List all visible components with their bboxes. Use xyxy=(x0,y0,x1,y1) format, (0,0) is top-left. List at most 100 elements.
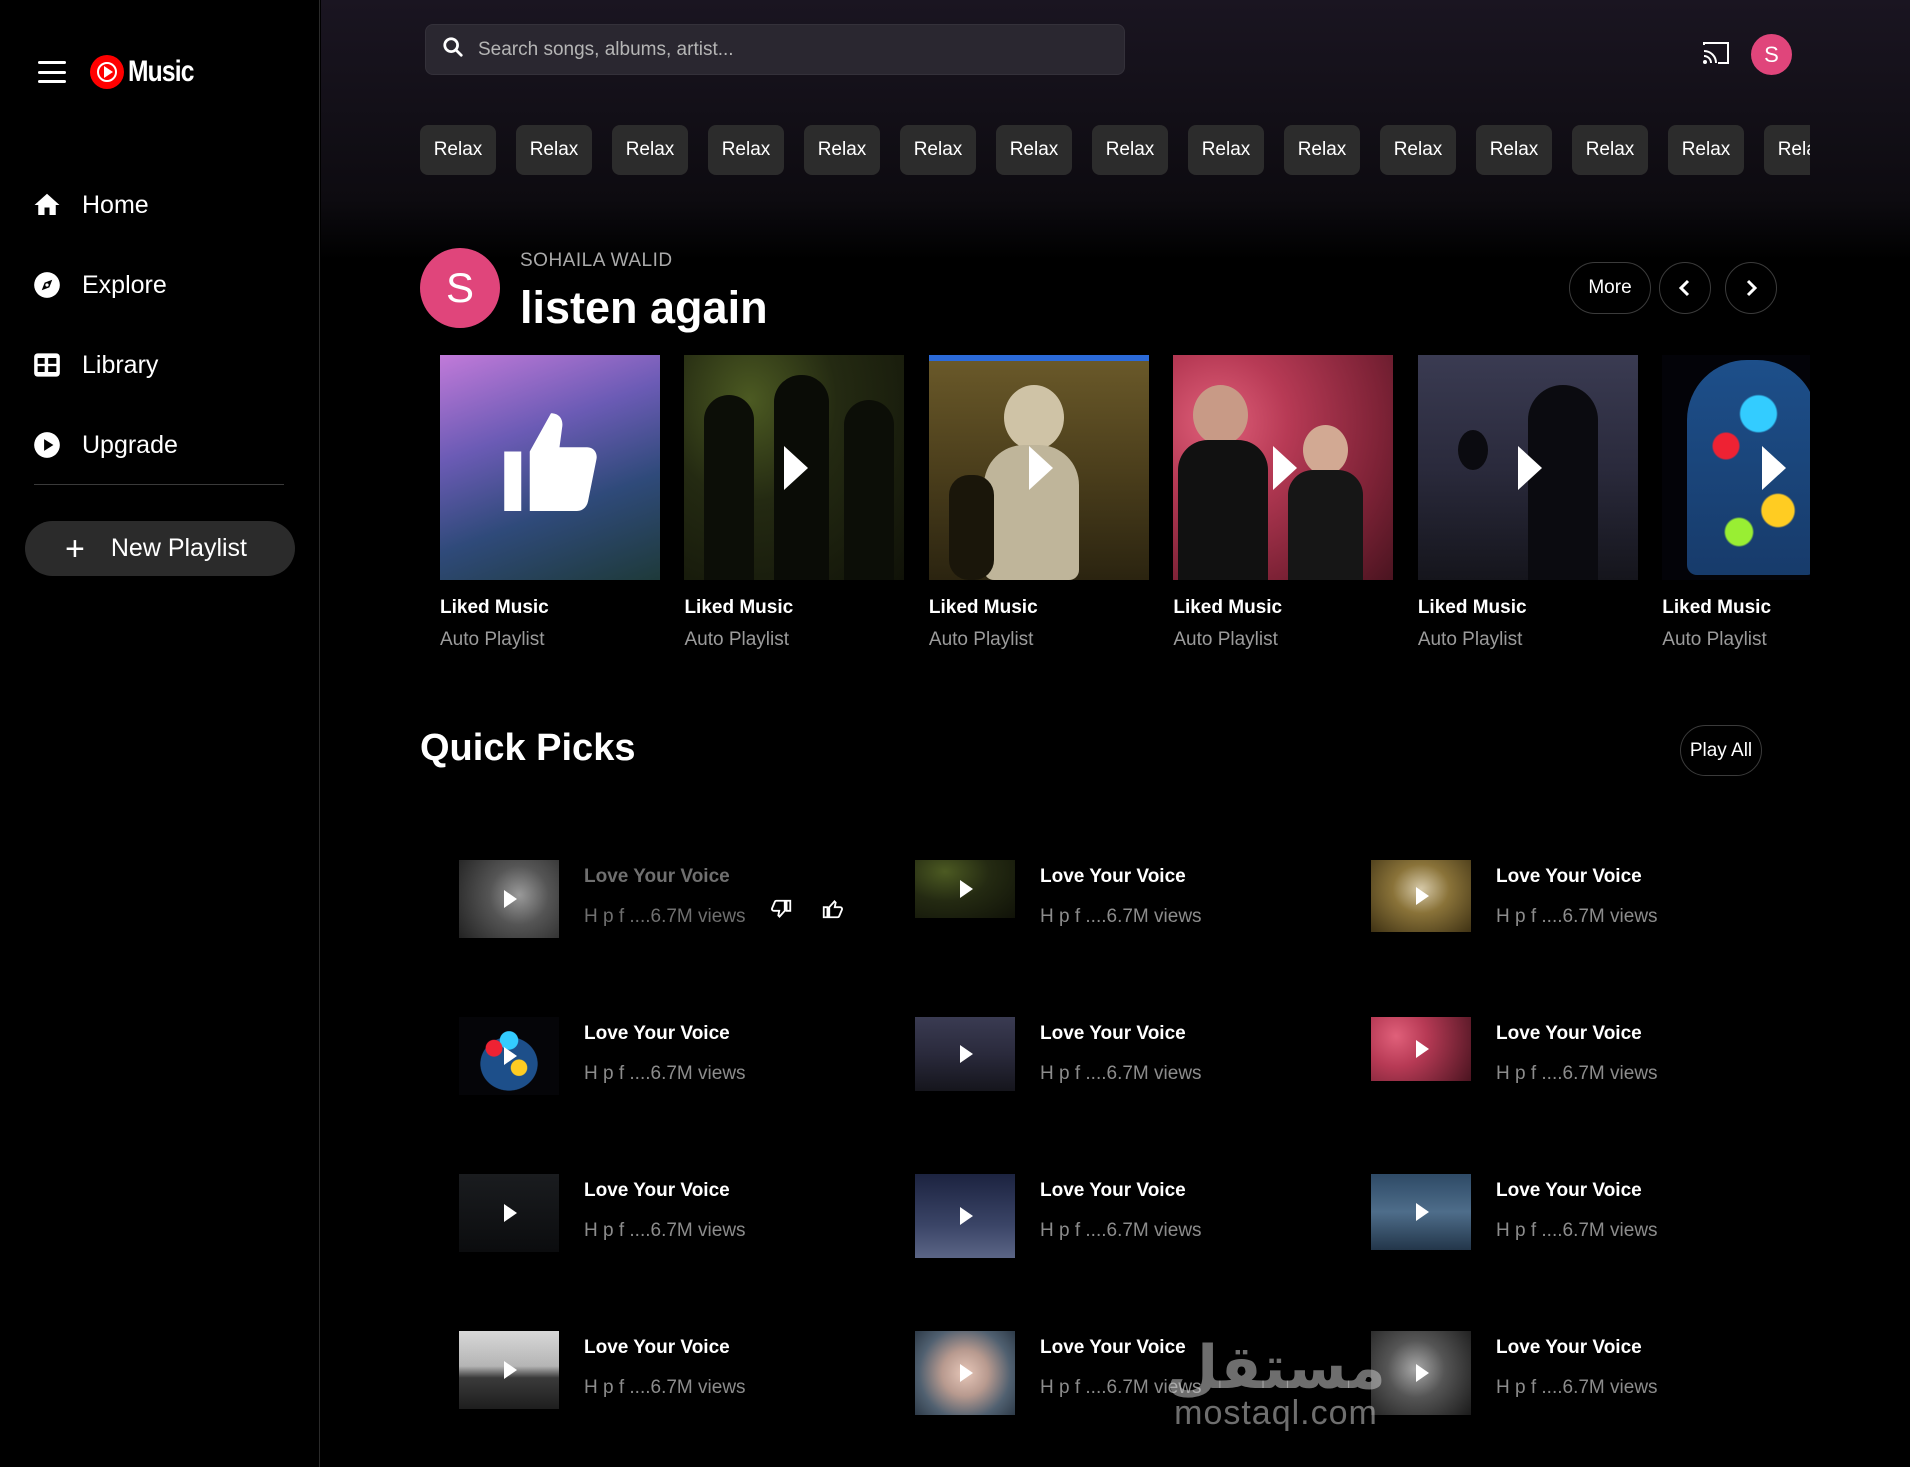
chip-relax[interactable]: Relax xyxy=(1668,125,1744,175)
song-row[interactable]: Love Your Voice H p f ....6.7M views xyxy=(915,1169,1335,1259)
playlist-card[interactable]: Liked Music Auto Playlist xyxy=(440,355,660,651)
card-title: Liked Music xyxy=(440,597,549,618)
sidebar-item-upgrade[interactable]: Upgrade xyxy=(32,405,178,485)
song-thumbnail xyxy=(1371,860,1471,932)
card-subtitle: Auto Playlist xyxy=(1662,629,1767,650)
play-all-button[interactable]: Play All xyxy=(1680,725,1762,776)
chip-relax[interactable]: Relax xyxy=(1476,125,1552,175)
play-icon xyxy=(1416,887,1429,905)
song-title: Love Your Voice xyxy=(1040,866,1186,887)
song-title: Love Your Voice xyxy=(1040,1180,1186,1201)
play-icon xyxy=(504,1204,517,1222)
chip-relax[interactable]: Relax xyxy=(516,125,592,175)
carousel-next-button[interactable] xyxy=(1725,262,1777,314)
cast-icon[interactable] xyxy=(1702,40,1730,66)
hamburger-menu-icon[interactable] xyxy=(38,61,66,83)
chip-relax[interactable]: Relax xyxy=(804,125,880,175)
song-row[interactable]: Love Your Voice H p f ....6.7M views xyxy=(1371,855,1791,945)
chip-relax[interactable]: Relax xyxy=(900,125,976,175)
song-subtitle: H p f ....6.7M views xyxy=(1040,1063,1202,1084)
song-subtitle: H p f ....6.7M views xyxy=(584,1063,746,1084)
account-avatar[interactable]: S xyxy=(1751,34,1792,75)
play-icon xyxy=(504,1361,517,1379)
song-subtitle: H p f ....6.7M views xyxy=(1496,906,1658,927)
song-title: Love Your Voice xyxy=(1496,1023,1642,1044)
thumbs-up-icon xyxy=(504,413,597,511)
card-thumbnail xyxy=(440,355,660,580)
song-thumbnail xyxy=(459,1331,559,1409)
playlist-card[interactable]: Liked Music Auto Playlist xyxy=(1173,355,1394,651)
card-title: Liked Music xyxy=(1417,597,1527,618)
chip-relax[interactable]: Relax xyxy=(1092,125,1168,175)
quick-picks-title: Quick Picks xyxy=(420,727,636,769)
youtube-music-logo-icon xyxy=(90,55,124,89)
song-row[interactable]: Love Your Voice H p f ....6.7M views xyxy=(915,855,1335,945)
chip-relax[interactable]: Relax xyxy=(1188,125,1264,175)
song-thumbnail xyxy=(915,1331,1015,1415)
song-thumbnail xyxy=(1371,1017,1471,1081)
song-subtitle: H p f ....6.7M views xyxy=(1496,1063,1658,1084)
song-row[interactable]: Love Your Voice H p f ....6.7M views xyxy=(915,1326,1335,1416)
song-title: Love Your Voice xyxy=(1040,1023,1186,1044)
user-name: SOHAILA WALID xyxy=(520,250,673,271)
song-subtitle: H p f ....6.7M views xyxy=(1496,1220,1658,1241)
song-row[interactable]: Love Your Voice H p f ....6.7M views xyxy=(1371,1326,1791,1416)
play-icon xyxy=(1028,445,1053,490)
song-row[interactable]: Love Your Voice H p f ....6.7M views xyxy=(1371,1012,1791,1102)
sidebar-item-library[interactable]: Library xyxy=(32,325,178,405)
chip-relax[interactable]: Relax xyxy=(708,125,784,175)
song-subtitle: H p f ....6.7M views xyxy=(584,1220,746,1241)
more-button[interactable]: More xyxy=(1569,262,1651,314)
chip-relax[interactable]: Relax xyxy=(612,125,688,175)
play-icon xyxy=(960,1364,973,1382)
chip-relax[interactable]: Relax xyxy=(1764,125,1810,175)
sidebar-item-home[interactable]: Home xyxy=(32,165,178,245)
mood-chips: Relax Relax Relax Relax Relax Relax Relax Relax… xyxy=(420,125,1810,175)
compass-icon xyxy=(32,270,62,300)
song-row[interactable]: Love Your Voice H p f ....6.7M views xyxy=(915,1012,1335,1102)
song-row[interactable]: Love Your Voice H p f ....6.7M views xyxy=(1371,1169,1791,1259)
song-row[interactable]: Love Your Voice H p f ....6.7M views xyxy=(459,1012,879,1102)
sidebar-item-explore[interactable]: Explore xyxy=(32,245,178,325)
card-title: Liked Music xyxy=(928,597,1038,618)
song-subtitle: H p f ....6.7M views xyxy=(1040,1377,1202,1398)
play-icon xyxy=(960,880,973,898)
song-thumbnail xyxy=(915,860,1015,918)
song-row[interactable]: Love Your Voice H p f ....6.7M views xyxy=(459,1169,879,1259)
chip-relax[interactable]: Relax xyxy=(996,125,1072,175)
song-subtitle: H p f ....6.7M views xyxy=(584,906,746,927)
listen-again-cards: Liked Music Auto Playlist Liked Music Au… xyxy=(440,355,1810,655)
playlist-card[interactable]: Liked Music Auto Playlist xyxy=(928,355,1149,651)
song-row[interactable]: Love Your Voice H p f ....6.7M views xyxy=(459,1326,879,1416)
chevron-left-icon xyxy=(1678,279,1690,297)
chip-relax[interactable]: Relax xyxy=(1380,125,1456,175)
chip-relax[interactable]: Relax xyxy=(1572,125,1648,175)
playlist-card[interactable]: Liked Music Auto Playlist xyxy=(684,355,905,651)
carousel-prev-button[interactable] xyxy=(1659,262,1711,314)
card-title: Liked Music xyxy=(684,597,794,618)
song-thumbnail xyxy=(915,1017,1015,1091)
thumbs-up-icon[interactable] xyxy=(821,898,845,922)
playlist-card[interactable]: Liked Music Auto Playlist xyxy=(1662,355,1810,651)
song-thumbnail xyxy=(459,1017,559,1095)
chip-relax[interactable]: Relax xyxy=(420,125,496,175)
play-icon xyxy=(1416,1040,1429,1058)
thumbs-down-icon[interactable] xyxy=(771,898,795,922)
card-thumbnail xyxy=(1417,355,1638,580)
card-thumbnail xyxy=(1662,355,1810,580)
new-playlist-button[interactable]: + New Playlist xyxy=(25,521,295,576)
card-title: Liked Music xyxy=(1173,597,1283,618)
search-bar[interactable] xyxy=(425,24,1125,75)
chip-relax[interactable]: Relax xyxy=(1284,125,1360,175)
song-row[interactable]: Love Your Voice H p f ....6.7M views xyxy=(459,855,879,945)
play-icon xyxy=(784,445,809,490)
playlist-card[interactable]: Liked Music Auto Playlist xyxy=(1417,355,1638,651)
play-icon xyxy=(960,1207,973,1225)
song-title: Love Your Voice xyxy=(584,1023,730,1044)
search-input[interactable] xyxy=(478,38,1078,61)
play-icon xyxy=(1416,1364,1429,1382)
logo[interactable]: Music xyxy=(90,55,208,89)
library-icon xyxy=(32,350,62,380)
plus-icon: + xyxy=(65,529,85,568)
song-title: Love Your Voice xyxy=(584,866,730,887)
